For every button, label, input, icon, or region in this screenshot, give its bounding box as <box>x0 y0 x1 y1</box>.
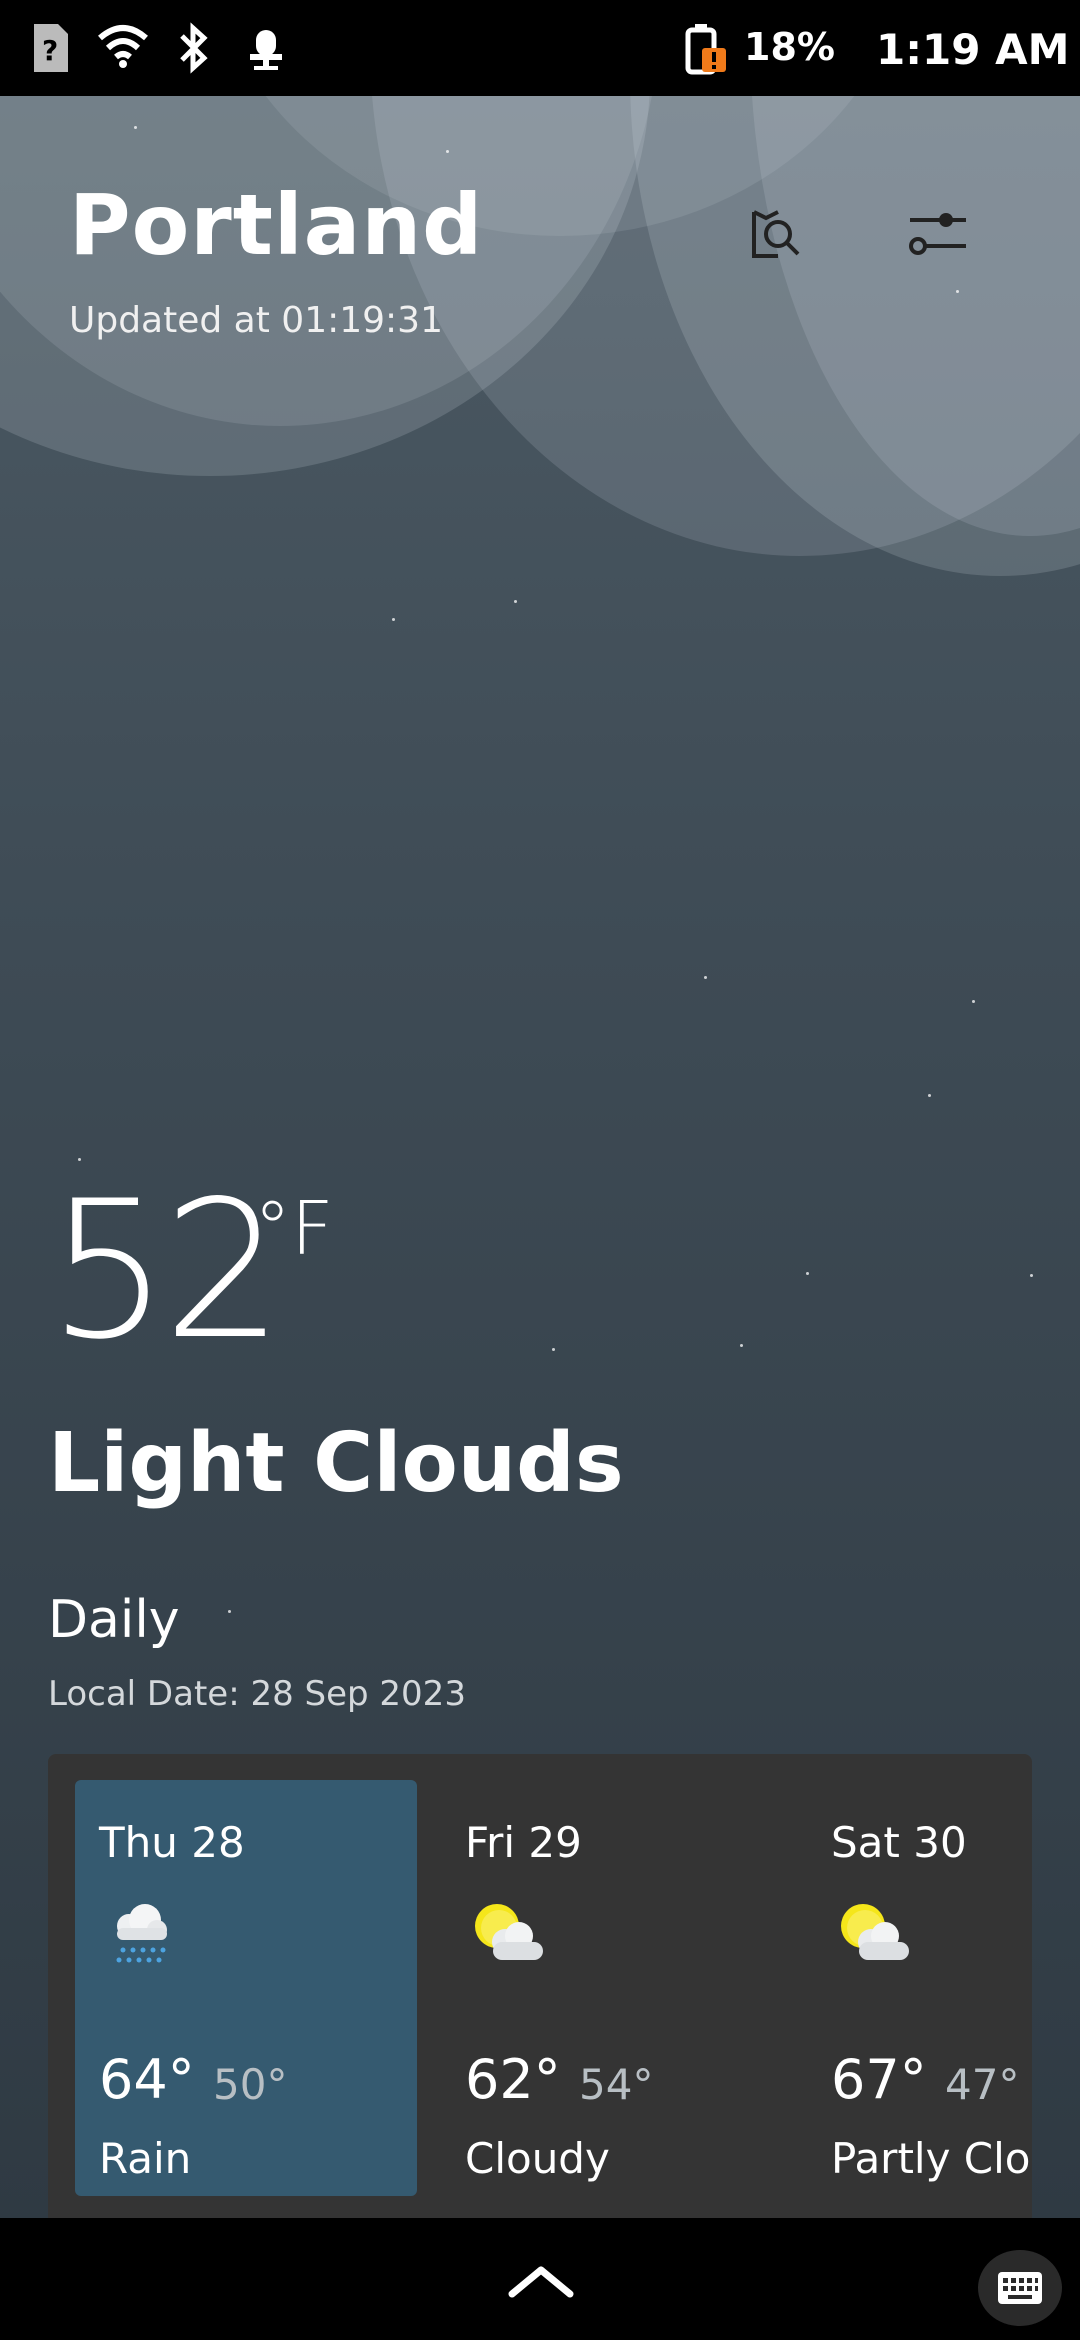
settings-button[interactable] <box>906 204 970 264</box>
battery-percent: 18% <box>744 25 835 69</box>
partly-cloudy-icon <box>465 1892 549 1976</box>
daily-title: Daily <box>48 1590 180 1650</box>
map-search-icon <box>752 210 800 258</box>
local-date: Local Date: 28 Sep 2023 <box>48 1674 466 1714</box>
navigation-bar <box>0 2218 1080 2340</box>
star-decoration <box>552 1348 555 1351</box>
map-search-button[interactable] <box>748 204 808 264</box>
temperature-unit: °F <box>254 1186 334 1272</box>
day-condition: Rain <box>99 2134 192 2183</box>
star-decoration <box>1030 1274 1033 1277</box>
star-decoration <box>704 976 707 979</box>
bluetooth-icon <box>176 22 212 78</box>
day-low: 47° <box>945 2060 1020 2109</box>
keyboard-icon <box>998 2272 1042 2304</box>
weather-app: Portland Updated at 01:19:31 52 °F Light… <box>0 96 1080 2218</box>
star-decoration <box>392 618 395 621</box>
chevron-up-icon[interactable] <box>508 2264 574 2304</box>
star-decoration <box>134 126 137 129</box>
day-low: 50° <box>213 2060 288 2109</box>
star-decoration <box>228 1610 231 1613</box>
day-high: 64° <box>99 2048 195 2111</box>
day-low: 54° <box>579 2060 654 2109</box>
day-name: Fri 29 <box>465 1818 582 1867</box>
day-card-sat[interactable]: Sat 30 67° 47° Partly Cloudy <box>807 1780 1032 2196</box>
notification-icon <box>246 22 286 78</box>
current-condition: Light Clouds <box>48 1416 624 1511</box>
status-bar: ? 18% 1:19 AM <box>0 0 1080 96</box>
day-condition: Partly Cloudy <box>831 2134 1032 2183</box>
star-decoration <box>446 150 449 153</box>
battery-icon <box>682 22 728 80</box>
star-decoration <box>956 290 959 293</box>
updated-timestamp: Updated at 01:19:31 <box>69 300 443 341</box>
clock: 1:19 AM <box>876 25 1070 74</box>
day-name: Sat 30 <box>831 1818 967 1867</box>
day-high: 67° <box>831 2048 927 2111</box>
wifi-icon <box>96 22 150 74</box>
day-condition: Cloudy <box>465 2134 610 2183</box>
sim-unknown-icon: ? <box>30 22 70 78</box>
partly-cloudy-icon <box>831 1892 915 1976</box>
star-decoration <box>806 1272 809 1275</box>
star-decoration <box>514 600 517 603</box>
rain-icon <box>99 1892 183 1976</box>
city-name: Portland <box>69 176 484 274</box>
day-card-fri[interactable]: Fri 29 62° 54° Cloudy <box>441 1780 783 2196</box>
day-high: 62° <box>465 2048 561 2111</box>
keyboard-button[interactable] <box>978 2250 1062 2326</box>
star-decoration <box>928 1094 931 1097</box>
star-decoration <box>972 1000 975 1003</box>
sliders-icon <box>909 213 966 255</box>
daily-forecast-list[interactable]: Thu 28 64° 50° Rain Fri 29 62° 54° Cloud… <box>48 1754 1032 2218</box>
day-name: Thu 28 <box>99 1818 245 1867</box>
star-decoration <box>740 1344 743 1347</box>
day-card-thu[interactable]: Thu 28 64° 50° Rain <box>75 1780 417 2196</box>
current-temperature: 52 <box>48 1160 284 1381</box>
svg-text:?: ? <box>42 34 58 67</box>
